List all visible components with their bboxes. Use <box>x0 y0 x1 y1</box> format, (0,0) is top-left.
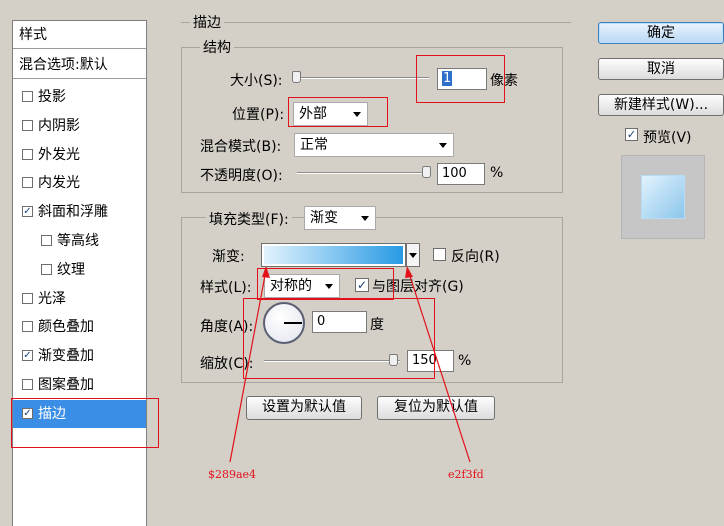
right-color-arrowhead <box>405 266 413 278</box>
left-color-arrow <box>229 269 267 463</box>
annotation-arrows <box>229 266 471 463</box>
right-color-arrow <box>407 269 471 463</box>
left-color-annotation: $289ae4 <box>208 468 257 481</box>
left-color-arrowhead <box>262 266 270 278</box>
right-color-annotation: e2f3fd <box>448 468 484 481</box>
